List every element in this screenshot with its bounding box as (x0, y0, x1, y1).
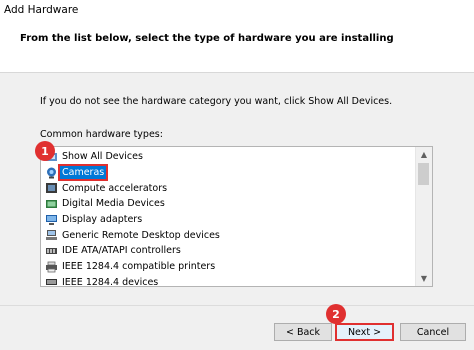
step-2-badge: 2 (326, 304, 346, 324)
list-item-ieee-devices[interactable]: IEEE 1284.4 devices (41, 275, 222, 287)
list-item-label: IEEE 1284.4 devices (62, 276, 159, 287)
list-item-generic-remote-desktop[interactable]: Generic Remote Desktop devices (41, 227, 222, 243)
media-icon (45, 198, 58, 210)
next-button[interactable]: Next > (335, 323, 394, 341)
list-item-label: Digital Media Devices (62, 198, 165, 210)
list-item-display-adapters[interactable]: Display adapters (41, 212, 222, 228)
list-item-label: Generic Remote Desktop devices (62, 229, 220, 241)
scroll-thumb[interactable] (418, 163, 429, 185)
list-item-label: Display adapters (62, 214, 143, 226)
footer-divider (0, 305, 474, 306)
printer-icon (45, 261, 58, 273)
port-icon (45, 276, 58, 286)
list-item-label: IDE ATA/ATAPI controllers (62, 245, 181, 257)
camera-icon (45, 167, 58, 179)
step-1-badge: 1 (35, 141, 55, 161)
list-item-compute-accelerators[interactable]: Compute accelerators (41, 180, 222, 196)
add-hardware-window: Add Hardware From the list below, select… (0, 0, 474, 350)
hardware-types-list[interactable]: Show All Devices Cameras Compute acceler… (40, 146, 433, 287)
hardware-types-label: Common hardware types: (40, 129, 163, 140)
list-item-label: IEEE 1284.4 compatible printers (62, 261, 216, 273)
scroll-down-arrow-icon[interactable]: ▼ (416, 271, 432, 286)
list-item-label: Cameras (57, 164, 109, 182)
instruction-text: If you do not see the hardware category … (40, 96, 393, 107)
wizard-header: Add Hardware From the list below, select… (0, 0, 474, 73)
list-item-ieee-printers[interactable]: IEEE 1284.4 compatible printers (41, 259, 222, 275)
scroll-up-arrow-icon[interactable]: ▲ (416, 147, 432, 162)
list-item-label: Compute accelerators (62, 182, 168, 194)
remote-desktop-icon (45, 229, 58, 241)
cancel-button[interactable]: Cancel (400, 323, 466, 341)
controller-icon (45, 245, 58, 257)
list-item-show-all-devices[interactable]: Show All Devices (41, 149, 222, 165)
list-item-label: Show All Devices (62, 151, 143, 163)
list-item-cameras[interactable]: Cameras (41, 164, 222, 182)
list-items-container: Show All Devices Cameras Compute acceler… (41, 149, 222, 287)
window-title: Add Hardware (4, 4, 79, 16)
list-item-digital-media-devices[interactable]: Digital Media Devices (41, 196, 222, 212)
back-button[interactable]: < Back (274, 323, 332, 341)
list-item-ide-ata-atapi[interactable]: IDE ATA/ATAPI controllers (41, 243, 222, 259)
chip-icon (45, 182, 58, 194)
list-scrollbar[interactable]: ▲ ▼ (415, 147, 432, 286)
wizard-subtitle: From the list below, select the type of … (20, 33, 394, 44)
monitor-icon (45, 214, 58, 226)
